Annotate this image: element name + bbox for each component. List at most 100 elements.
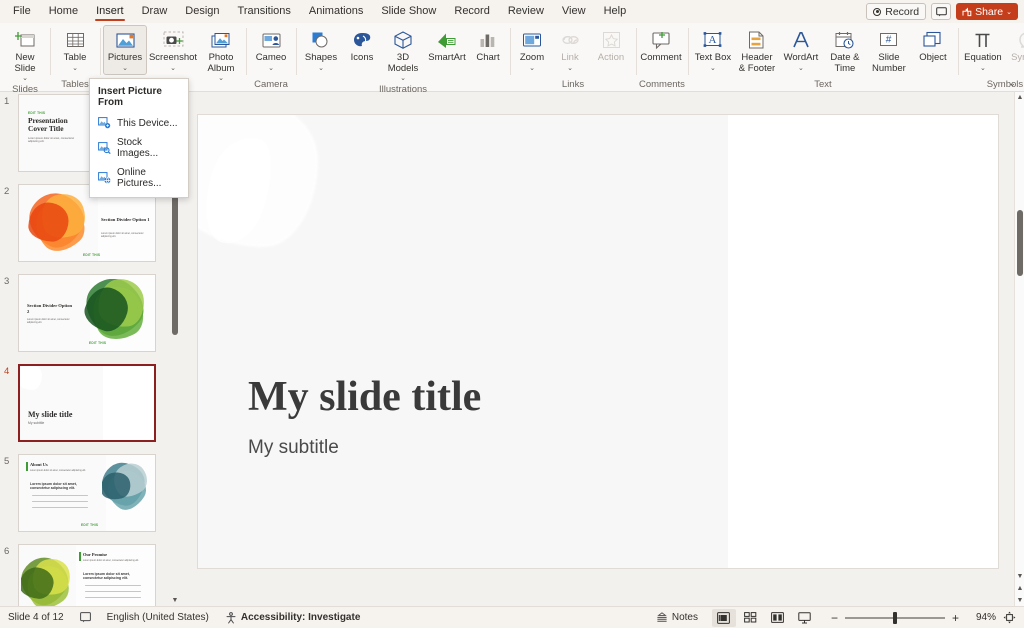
ribbon-group-items: Shapes⌄Icons3D Models⌄SmartArtChart [299,23,507,83]
ribbon-button-smartart[interactable]: SmartArt [425,25,469,75]
menu-item-record[interactable]: Record [445,0,498,23]
ribbon-button-wordart[interactable]: WordArt⌄ [779,25,823,75]
slide-thumbnail-6[interactable]: Our PromiseLorem ipsum dolor sit amet, c… [18,544,156,606]
comments-button[interactable] [931,3,951,20]
menu-item-design[interactable]: Design [176,0,228,23]
dropdown-item-stock-images[interactable]: Stock Images... [90,133,188,163]
chevron-down-icon[interactable]: ⌄ [400,75,406,82]
menu-item-slide-show[interactable]: Slide Show [372,0,445,23]
ribbon-button-header-footer[interactable]: Header & Footer [735,25,779,75]
chevron-down-icon[interactable]: ⌄ [710,65,716,72]
thumbnail-row[interactable]: 6Our PromiseLorem ipsum dolor sit amet, … [0,544,180,606]
spell-check-status[interactable] [72,607,99,628]
canvas-next-slide-arrow[interactable]: ▼ [1015,595,1024,606]
zoom-out-button[interactable]: − [831,611,838,625]
menu-item-transitions[interactable]: Transitions [229,0,300,23]
ribbon-button-chart[interactable]: Chart [469,25,507,75]
ribbon-button-screenshot[interactable]: Screenshot⌄ [147,25,199,75]
ribbon-button-pictures[interactable]: Pictures⌄ [103,25,147,75]
pictures-icon [115,30,136,51]
slide-sorter-view-button[interactable] [739,609,763,627]
chevron-down-icon[interactable]: ⌄ [72,65,78,72]
menu-item-insert[interactable]: Insert [87,0,133,23]
dropdown-item-label: Online Pictures... [117,167,180,189]
slide-thumbnail-4[interactable]: My slide titleMy subtitle [18,364,156,442]
chevron-down-icon[interactable]: ⌄ [318,65,324,72]
thumb-subtitle: Lorem ipsum dolor sit amet, consectetur … [30,470,92,473]
chevron-down-icon[interactable]: ⌄ [798,65,804,72]
ribbon-button-label: SmartArt [428,53,465,64]
ribbon-button-new-slide[interactable]: New Slide⌄ [3,25,47,83]
slide-title-placeholder[interactable]: My slide title [248,373,481,421]
thumbnail-scroll-down-arrow[interactable]: ▼ [170,595,180,606]
slide-count-indicator[interactable]: Slide 4 of 12 [0,607,72,628]
ribbon-button-cameo[interactable]: Cameo⌄ [249,25,293,75]
ribbon-button-label: 3D Models [383,53,423,74]
dropdown-item-this-device[interactable]: This Device... [90,113,188,133]
ribbon-button-photo-album[interactable]: Photo Album⌄ [199,25,243,83]
slide-thumbnail-3[interactable]: Section Divider Option 2Lorem ipsum dolo… [18,274,156,352]
chevron-down-icon[interactable]: ⌄ [170,65,176,72]
ribbon-button-table[interactable]: Table⌄ [53,25,97,75]
notes-label: Notes [672,612,698,623]
share-button[interactable]: Share ⌄ [956,3,1018,20]
menu-item-file[interactable]: File [4,0,40,23]
slide-show-view-button[interactable] [793,609,817,627]
zoom-percent-label[interactable]: 94% [966,612,996,623]
zoom-control[interactable]: − + 94% [823,607,1024,628]
ribbon-button-text-box[interactable]: AText Box⌄ [691,25,735,75]
slide-thumbnail-5[interactable]: About UsLorem ipsum dolor sit amet, cons… [18,454,156,532]
ribbon-button-date-time[interactable]: Date & Time [823,25,867,75]
chevron-down-icon[interactable]: ⌄ [218,75,224,82]
chevron-down-icon[interactable]: ⌄ [122,65,128,72]
chevron-down-icon[interactable]: ⌄ [980,65,986,72]
canvas-scrollbar-thumb[interactable] [1017,210,1023,276]
menu-item-animations[interactable]: Animations [300,0,372,23]
current-slide[interactable]: My slide title My subtitle [197,114,999,569]
ribbon-button-object[interactable]: Object [911,25,955,75]
ribbon-button-equation[interactable]: Equation⌄ [961,25,1005,75]
thumbnail-row[interactable]: 4My slide titleMy subtitle [0,364,180,454]
menu-item-help[interactable]: Help [595,0,636,23]
zoom-slider-handle[interactable] [893,612,897,624]
chevron-down-icon[interactable]: ⌄ [22,75,28,82]
action-icon [601,30,622,51]
ribbon-button-comment[interactable]: Comment [639,25,683,75]
normal-view-button[interactable] [712,609,736,627]
notes-button[interactable]: Notes [648,607,706,628]
reading-view-button[interactable] [766,609,790,627]
photo-album-icon [211,29,232,51]
new-slide-icon [15,30,36,51]
icons-icon [352,30,373,51]
ribbon-button-icons[interactable]: Icons [343,25,381,75]
accessibility-status[interactable]: Accessibility: Investigate [217,607,369,628]
menu-item-draw[interactable]: Draw [133,0,177,23]
menu-item-home[interactable]: Home [40,0,87,23]
language-indicator[interactable]: English (United States) [99,607,217,628]
chevron-down-icon[interactable]: ⌄ [268,65,274,72]
canvas-scroll-down-arrow[interactable]: ▲ [1015,583,1024,594]
fit-to-window-button[interactable] [1003,611,1016,624]
slide-subtitle-placeholder[interactable]: My subtitle [248,437,339,459]
canvas-scroll-up-arrow[interactable]: ▲ [1015,92,1024,103]
record-button[interactable]: Record [866,3,926,20]
thumbnail-row[interactable]: 5About UsLorem ipsum dolor sit amet, con… [0,454,180,544]
dropdown-item-online-pictures[interactable]: Online Pictures... [90,163,188,193]
collapse-ribbon-button[interactable]: ⌄ [1008,78,1016,89]
chevron-down-icon[interactable]: ⌄ [529,65,535,72]
ribbon-button-shapes[interactable]: Shapes⌄ [299,25,343,75]
ribbon-group-items: Zoom⌄Link⌄Action [513,23,633,78]
canvas-previous-slide-arrow[interactable]: ▼ [1015,571,1024,582]
thumbnail-number: 3 [4,276,9,287]
ribbon-button-slide-number[interactable]: #Slide Number [867,25,911,75]
thumbnail-row[interactable]: 3 Section Divider Option 2Lorem ipsum dol… [0,274,180,364]
canvas-vertical-scrollbar[interactable]: ▲ ▼ ▲ ▼ [1014,92,1024,606]
menu-item-review[interactable]: Review [499,0,553,23]
photo-album-icon [211,30,232,51]
ribbon-button-zoom[interactable]: Zoom⌄ [513,25,551,75]
thumbnail-scrollbar-thumb[interactable] [172,185,178,335]
ribbon-button-3d-models[interactable]: 3D Models⌄ [381,25,425,83]
zoom-in-button[interactable]: + [952,611,959,625]
menu-item-view[interactable]: View [553,0,595,23]
zoom-slider[interactable] [845,609,945,627]
